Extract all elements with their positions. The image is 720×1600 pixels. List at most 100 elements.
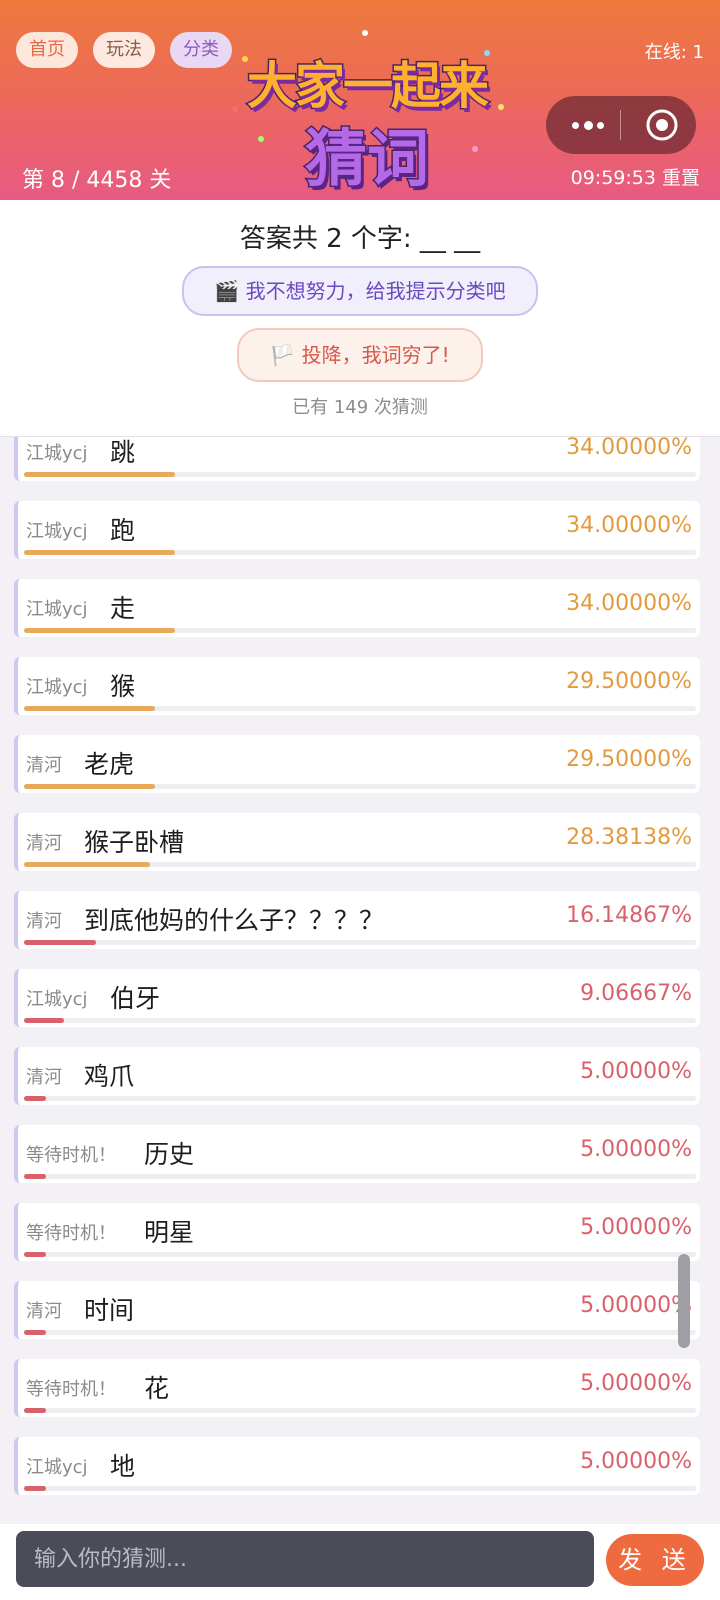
guess-row: 江城ycj 跑 34.00000%: [14, 501, 700, 559]
guess-similarity: 5.00000%: [580, 1215, 692, 1240]
guess-similarity: 29.50000%: [566, 747, 692, 772]
guess-user: 江城ycj: [26, 677, 88, 698]
similarity-bar-fill: [24, 1486, 47, 1491]
similarity-bar-fill: [24, 862, 150, 867]
guess-row: 江城ycj 走 34.00000%: [14, 579, 700, 637]
guess-similarity: 5.00000%: [580, 1449, 692, 1474]
input-bar: 发 送: [0, 1524, 720, 1600]
guess-row: 清河 猴子卧槽 28.38138%: [14, 813, 700, 871]
guess-row: 等待时机！ 历史 5.00000%: [14, 1125, 700, 1183]
answer-length: 答案共 2 个字: __ __: [239, 224, 481, 254]
guess-row: 江城ycj 跳 34.00000%: [14, 437, 700, 481]
similarity-bar-fill: [24, 706, 155, 711]
guess-user: 江城ycj: [26, 1457, 88, 1478]
guess-user: 清河: [26, 911, 62, 932]
guess-row: 江城ycj 伯牙 9.06667%: [14, 969, 700, 1027]
guess-word: 鸡爪: [84, 1062, 135, 1091]
guess-word: 明星: [144, 1218, 195, 1247]
guess-user: 等待时机！: [26, 1223, 116, 1244]
guess-similarity: 34.00000%: [566, 513, 692, 538]
hint-panel: 答案共 2 个字: __ __ 🎬 我不想努力，给我提示分类吧 🏳️ 投降，我词…: [0, 200, 720, 437]
show-category-hint-button[interactable]: 🎬 我不想努力，给我提示分类吧: [182, 266, 538, 316]
logo-title-line2: 猜词: [303, 121, 430, 197]
similarity-bar-fill: [24, 940, 96, 945]
similarity-bar: [24, 1408, 696, 1413]
similarity-bar-fill: [24, 1018, 65, 1023]
similarity-bar-fill: [24, 550, 175, 555]
guess-word: 地: [110, 1452, 136, 1481]
guess-user: 江城ycj: [26, 599, 88, 620]
similarity-bar: [24, 940, 696, 945]
similarity-bar: [24, 628, 696, 633]
send-button[interactable]: 发 送: [606, 1534, 704, 1586]
guess-word: 走: [110, 594, 136, 623]
guess-user: 等待时机！: [26, 1145, 116, 1166]
similarity-bar: [24, 1486, 696, 1491]
guess-word: 历史: [144, 1140, 195, 1169]
scrollbar[interactable]: [678, 1254, 690, 1348]
guess-user: 等待时机！: [26, 1379, 116, 1400]
guess-input[interactable]: [16, 1531, 594, 1587]
guess-similarity: 16.14867%: [566, 903, 692, 928]
guess-similarity: 28.38138%: [566, 825, 692, 850]
guess-word: 时间: [84, 1296, 135, 1325]
miniprogram-capsule: [546, 96, 696, 154]
similarity-bar: [24, 706, 696, 711]
guess-count: 已有 149 次猜测: [292, 397, 428, 418]
guess-row: 等待时机！ 明星 5.00000%: [14, 1203, 700, 1261]
guess-similarity: 5.00000%: [580, 1137, 692, 1162]
guess-row: 江城ycj 地 5.00000%: [14, 1437, 700, 1495]
similarity-bar-fill: [24, 472, 175, 477]
guess-row: 清河 到底他妈的什么子？？？？ 16.14867%: [14, 891, 700, 949]
guess-row: 等待时机！ 花 5.00000%: [14, 1359, 700, 1417]
level-indicator: 第 8 / 4458 关: [22, 168, 172, 193]
similarity-bar: [24, 1174, 696, 1179]
close-miniprogram-icon[interactable]: [645, 108, 679, 142]
guess-word: 猴: [110, 672, 136, 701]
similarity-bar: [24, 550, 696, 555]
similarity-bar-fill: [24, 784, 155, 789]
guess-row: 清河 鸡爪 5.00000%: [14, 1047, 700, 1105]
nav-home-button[interactable]: 首页: [16, 32, 78, 68]
guess-user: 清河: [26, 755, 62, 776]
reset-timer[interactable]: 09:59:53 重置: [571, 163, 700, 190]
similarity-bar-fill: [24, 1408, 47, 1413]
similarity-bar-fill: [24, 628, 175, 633]
surrender-button[interactable]: 🏳️ 投降，我词穷了!: [237, 328, 483, 382]
similarity-bar: [24, 1330, 696, 1335]
similarity-bar: [24, 862, 696, 867]
similarity-bar-fill: [24, 1252, 47, 1257]
similarity-bar-fill: [24, 1096, 47, 1101]
online-count: 在线: 1: [644, 42, 704, 63]
guess-user: 清河: [26, 1067, 62, 1088]
capsule-divider: [620, 110, 621, 140]
guess-user: 江城ycj: [26, 521, 88, 542]
nav-rules-button[interactable]: 玩法: [93, 32, 155, 68]
guess-row: 清河 老虎 29.50000%: [14, 735, 700, 793]
guess-similarity: 34.00000%: [566, 437, 692, 460]
guess-word: 跳: [110, 438, 136, 467]
guess-word: 跑: [110, 516, 136, 545]
similarity-bar: [24, 784, 696, 789]
guess-user: 清河: [26, 833, 62, 854]
guess-user: 江城ycj: [26, 443, 88, 464]
guess-user: 江城ycj: [26, 989, 88, 1010]
guess-similarity: 34.00000%: [566, 591, 692, 616]
similarity-bar-fill: [24, 1330, 47, 1335]
similarity-bar: [24, 1096, 696, 1101]
similarity-bar-fill: [24, 1174, 47, 1179]
guess-list[interactable]: 江城ycj 跳 34.00000% 江城ycj 跑 34.00000% 江城ycj 走 34.0…: [14, 437, 700, 1517]
guess-similarity: 5.00000%: [580, 1059, 692, 1084]
guess-word: 老虎: [84, 750, 135, 779]
guess-similarity: 9.06667%: [580, 981, 692, 1006]
similarity-bar: [24, 1252, 696, 1257]
game-logo: 大家一起来 猜词: [222, 26, 512, 197]
more-options-icon[interactable]: [564, 96, 622, 154]
guess-word: 猴子卧槽: [84, 828, 185, 857]
guess-word: 花: [144, 1374, 170, 1403]
guess-row: 清河 时间 5.00000%: [14, 1281, 700, 1339]
guess-user: 清河: [26, 1301, 62, 1322]
header: 首页 玩法 分类 大家一起来 猜词 在线: 1 第 8 / 4458 关 09:…: [0, 0, 720, 200]
similarity-bar: [24, 472, 696, 477]
guess-row: 江城ycj 猴 29.50000%: [14, 657, 700, 715]
